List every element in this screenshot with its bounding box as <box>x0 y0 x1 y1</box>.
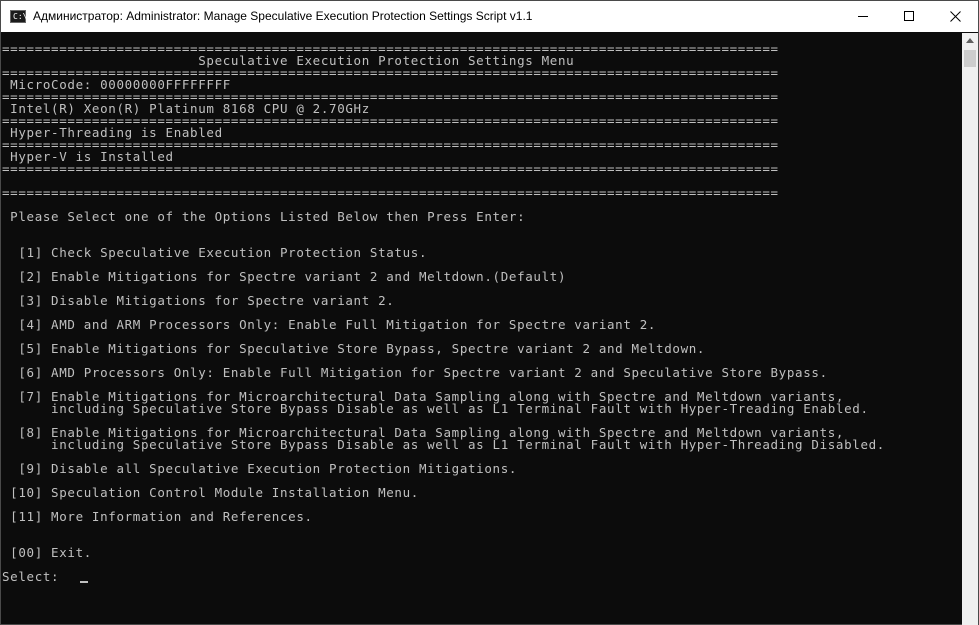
minimize-icon <box>858 16 868 17</box>
console-line: Select: <box>2 570 88 583</box>
minimize-button[interactable] <box>840 1 886 32</box>
console-line: ========================================… <box>2 161 779 176</box>
maximize-button[interactable] <box>886 1 932 32</box>
console-line: [00] Exit. <box>2 545 92 560</box>
console-line: [9] Disable all Speculative Execution Pr… <box>2 461 518 476</box>
console-line: [2] Enable Mitigations for Spectre varia… <box>2 269 567 284</box>
console-line: [3] Disable Mitigations for Spectre vari… <box>2 293 395 308</box>
title-bar[interactable]: C:\ Администратор: Administrator: Manage… <box>1 1 978 32</box>
console-output[interactable]: ========================================… <box>2 33 962 625</box>
console-line: Please Select one of the Options Listed … <box>2 209 526 224</box>
window-title: Администратор: Administrator: Manage Spe… <box>33 9 533 23</box>
console-line: including Speculative Store Bypass Disab… <box>2 437 885 452</box>
cmd-icon: C:\ <box>10 10 27 23</box>
console-line: ========================================… <box>2 185 779 200</box>
console-line: [5] Enable Mitigations for Speculative S… <box>2 341 706 356</box>
text-cursor <box>79 581 88 583</box>
maximize-icon <box>904 11 914 21</box>
close-button[interactable] <box>932 1 978 32</box>
console-line: [4] AMD and ARM Processors Only: Enable … <box>2 317 657 332</box>
console-line: [1] Check Speculative Execution Protecti… <box>2 245 428 260</box>
scrollbar-thumb[interactable] <box>964 50 976 67</box>
console-line: [6] AMD Processors Only: Enable Full Mit… <box>2 365 828 380</box>
scroll-up-button[interactable] <box>962 33 978 49</box>
close-icon <box>950 11 961 22</box>
console-window: C:\ Администратор: Administrator: Manage… <box>0 0 979 625</box>
console-line: [10] Speculation Control Module Installa… <box>2 485 419 500</box>
scroll-up-icon <box>966 38 974 43</box>
console-line: including Speculative Store Bypass Disab… <box>2 401 869 416</box>
vertical-scrollbar[interactable] <box>962 33 978 625</box>
console-line: [11] More Information and References. <box>2 509 313 524</box>
